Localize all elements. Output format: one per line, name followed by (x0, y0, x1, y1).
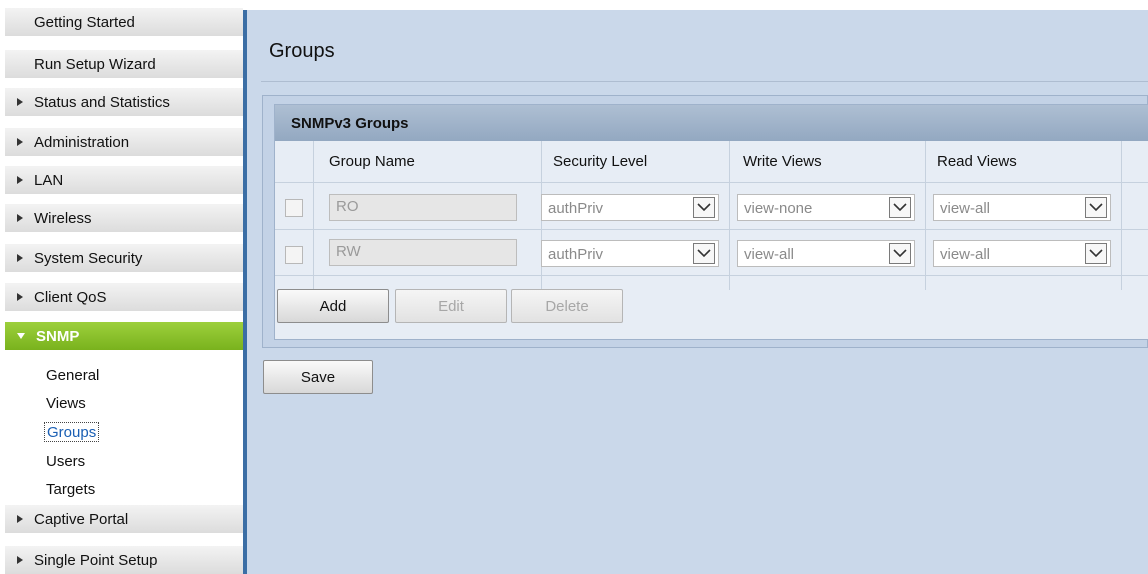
security-level-select[interactable]: authPriv (541, 240, 719, 267)
select-value: authPriv (548, 200, 604, 217)
nav-captive-portal[interactable]: Captive Portal (5, 505, 243, 535)
column-header-security-level: Security Level (553, 153, 648, 170)
nav-label: Getting Started (34, 13, 135, 31)
security-level-select[interactable]: authPriv (541, 194, 719, 221)
nav-label: Single Point Setup (34, 551, 158, 569)
row-checkbox[interactable] (285, 246, 303, 264)
column-divider (313, 141, 314, 290)
main-content: Groups SNMPv3 Groups Group Name Security… (247, 10, 1148, 574)
row-divider (275, 229, 1148, 230)
nav-wireless[interactable]: Wireless (5, 204, 243, 234)
nav-administration[interactable]: Administration (5, 128, 243, 158)
subnav-general[interactable]: General (46, 366, 99, 386)
nav-label: System Security (34, 249, 143, 267)
nav-label: LAN (34, 171, 64, 189)
nav-snmp[interactable]: SNMP (5, 322, 243, 352)
expand-arrow-icon (17, 556, 23, 564)
row-divider (275, 275, 1148, 276)
chevron-down-icon (889, 197, 911, 218)
row-checkbox[interactable] (285, 199, 303, 217)
column-header-read-views: Read Views (937, 153, 1017, 170)
nav-system-security[interactable]: System Security (5, 244, 243, 274)
delete-button[interactable]: Delete (511, 289, 623, 323)
subnav-views[interactable]: Views (46, 394, 86, 414)
subnav-users[interactable]: Users (46, 452, 85, 472)
nav-client-qos[interactable]: Client QoS (5, 283, 243, 313)
nav-run-setup-wizard[interactable]: Run Setup Wizard (5, 50, 243, 80)
groups-table: SNMPv3 Groups Group Name Security Level … (274, 104, 1148, 340)
chevron-down-icon (889, 243, 911, 264)
column-header-group-name: Group Name (329, 153, 415, 170)
select-value: view-all (940, 200, 991, 217)
chevron-down-icon (1085, 243, 1107, 264)
panel-title: SNMPv3 Groups (275, 105, 1148, 141)
collapse-arrow-icon (17, 333, 25, 339)
title-divider (261, 81, 1148, 82)
select-value: view-none (744, 200, 813, 217)
subnav-targets[interactable]: Targets (46, 480, 95, 500)
nav-label: Status and Statistics (34, 93, 170, 111)
row-divider (275, 182, 1148, 183)
nav-label: Captive Portal (34, 510, 129, 528)
nav-status-and-statistics[interactable]: Status and Statistics (5, 88, 243, 118)
write-views-select[interactable]: view-all (737, 240, 915, 267)
nav-label: Client QoS (34, 288, 107, 306)
read-views-select[interactable]: view-all (933, 240, 1111, 267)
column-divider (729, 141, 730, 290)
write-views-select[interactable]: view-none (737, 194, 915, 221)
nav-single-point-setup[interactable]: Single Point Setup (5, 546, 243, 574)
expand-arrow-icon (17, 98, 23, 106)
nav-label: SNMP (36, 327, 80, 345)
group-name-field[interactable]: RW (329, 239, 517, 266)
snmpv3-groups-panel: SNMPv3 Groups Group Name Security Level … (262, 95, 1148, 348)
add-button[interactable]: Add (277, 289, 389, 323)
nav-getting-started[interactable]: Getting Started (5, 8, 243, 38)
edit-button[interactable]: Edit (395, 289, 507, 323)
select-value: authPriv (548, 246, 604, 263)
chevron-down-icon (1085, 197, 1107, 218)
sidebar-nav: Getting Started Run Setup Wizard Status … (0, 0, 243, 574)
nav-label: Run Setup Wizard (34, 55, 156, 73)
expand-arrow-icon (17, 214, 23, 222)
expand-arrow-icon (17, 515, 23, 523)
page-title: Groups (269, 40, 335, 62)
nav-label: Wireless (34, 209, 92, 227)
select-value: view-all (744, 246, 795, 263)
chevron-down-icon (693, 243, 715, 264)
column-divider (1121, 141, 1122, 290)
select-value: view-all (940, 246, 991, 263)
group-name-field[interactable]: RO (329, 194, 517, 221)
expand-arrow-icon (17, 254, 23, 262)
expand-arrow-icon (17, 138, 23, 146)
save-button[interactable]: Save (263, 360, 373, 394)
nav-lan[interactable]: LAN (5, 166, 243, 196)
read-views-select[interactable]: view-all (933, 194, 1111, 221)
column-divider (925, 141, 926, 290)
subnav-groups[interactable]: Groups (44, 422, 100, 442)
expand-arrow-icon (17, 176, 23, 184)
column-header-write-views: Write Views (743, 153, 822, 170)
nav-label: Administration (34, 133, 130, 151)
chevron-down-icon (693, 197, 715, 218)
expand-arrow-icon (17, 293, 23, 301)
